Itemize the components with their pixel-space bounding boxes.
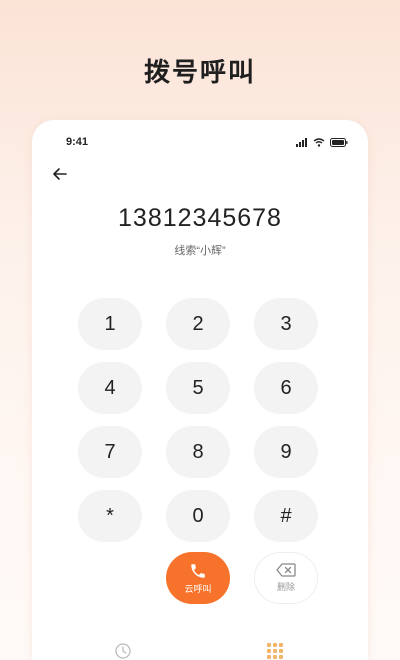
battery-icon: [330, 138, 348, 147]
back-arrow-icon[interactable]: [50, 164, 70, 184]
dial-keypad: 1 2 3 4 5 6 7 8 9 * 0 #: [78, 298, 322, 542]
phone-icon: [191, 563, 205, 578]
wifi-icon: [313, 138, 325, 147]
key-6[interactable]: 6: [254, 362, 318, 414]
key-2[interactable]: 2: [166, 298, 230, 350]
status-bar: 9:41: [32, 136, 368, 152]
status-icons: [296, 138, 348, 147]
key-9[interactable]: 9: [254, 426, 318, 478]
delete-button[interactable]: 删除: [254, 552, 318, 604]
key-star[interactable]: *: [78, 490, 142, 542]
call-label: 云呼叫: [184, 583, 212, 594]
backspace-icon: [276, 563, 296, 577]
phone-screen: 9:41 13812345678 线索“小辉” 1 2 3 4 5 6 7 8 …: [32, 120, 368, 660]
key-7[interactable]: 7: [78, 426, 142, 478]
contact-hint: 线索“小辉”: [174, 245, 226, 257]
status-time: 9:41: [66, 136, 89, 148]
delete-label: 删除: [276, 582, 295, 592]
key-5[interactable]: 5: [166, 362, 230, 414]
key-hash[interactable]: #: [254, 490, 318, 542]
dialpad-icon[interactable]: [266, 642, 284, 660]
key-1[interactable]: 1: [78, 298, 142, 350]
cloud-call-button[interactable]: 云呼叫: [166, 552, 230, 604]
key-4[interactable]: 4: [78, 362, 142, 414]
page-headline: 拨号呼叫: [143, 57, 256, 87]
key-8[interactable]: 8: [166, 426, 230, 478]
signal-icon: [296, 138, 307, 147]
bottom-nav: [32, 640, 368, 660]
dialed-number: 13812345678: [118, 204, 282, 232]
key-0[interactable]: 0: [166, 490, 230, 542]
clock-icon[interactable]: [114, 642, 132, 660]
key-3[interactable]: 3: [254, 298, 318, 350]
